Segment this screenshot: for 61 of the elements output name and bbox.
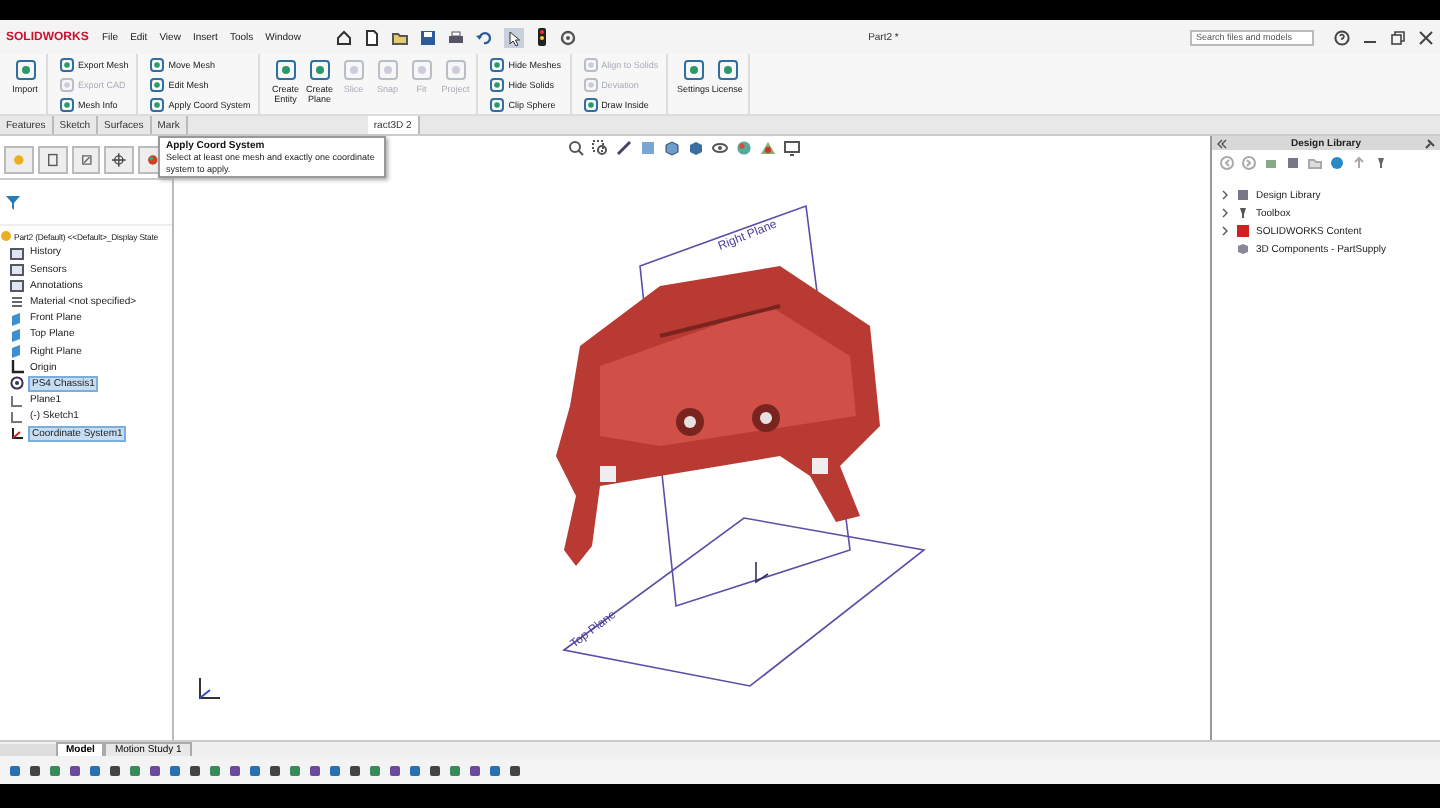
tool-icon[interactable] [150,97,165,111]
tool-icon [343,60,364,80]
shaded-cube-icon[interactable] [688,140,704,156]
scene-icon[interactable] [760,140,776,156]
toolbox-icon[interactable] [1374,156,1388,170]
tool-icon[interactable] [15,60,35,80]
tool-icon[interactable] [583,97,598,111]
restore-icon[interactable] [1390,29,1406,45]
home-icon[interactable] [336,29,353,45]
tool-icon [411,60,432,80]
pin-icon[interactable] [1424,137,1436,149]
tool-icon[interactable] [150,77,165,91]
tool-icon [60,77,74,91]
tool-icon [583,77,598,91]
eye-icon[interactable] [712,140,728,156]
part-icon [0,230,12,243]
tool-icon[interactable] [490,97,505,111]
tool-icon[interactable] [490,77,505,91]
zoom-icon[interactable] [568,140,584,156]
gear-icon[interactable] [560,29,577,45]
tool-icon [445,60,466,80]
component-icon [1236,242,1250,256]
tool-icon [377,60,398,80]
material-icon [10,295,24,310]
expand-caret-icon[interactable] [1220,190,1230,200]
cursor-icon[interactable] [504,27,525,47]
property-icon[interactable] [37,146,68,174]
tool-icon[interactable] [717,60,738,80]
axis-triad-icon [194,676,222,704]
tool-icon[interactable] [150,57,165,71]
help-icon[interactable] [1334,29,1350,45]
crosshair-icon[interactable] [104,146,135,174]
tool-icon[interactable] [490,57,505,71]
tab-stub [0,744,56,756]
coordinate-system-icon [10,426,24,441]
cube-icon[interactable] [664,140,680,156]
folder-icon[interactable] [392,29,409,45]
expand-caret-icon[interactable] [1220,208,1230,218]
traffic-light-icon[interactable] [536,28,549,46]
undo-icon[interactable] [476,29,493,45]
toolbox-icon [1236,206,1250,220]
new-document-icon[interactable] [364,29,381,45]
printer-icon[interactable] [448,29,465,45]
tool-icon[interactable] [309,60,330,80]
globe-icon[interactable] [736,140,752,156]
collapse-icon[interactable] [1216,137,1228,149]
mesh-icon [10,376,24,391]
configuration-icon[interactable] [71,146,101,174]
filter-icon[interactable] [6,196,20,210]
zoom-area-icon[interactable] [592,140,608,156]
tool-icon[interactable] [60,97,74,111]
origin-icon [10,360,24,375]
tool-icon[interactable] [683,60,704,80]
expand-caret-icon[interactable] [1220,226,1230,236]
coordinate-axis-icon [755,561,769,584]
tool-icon[interactable] [275,60,296,80]
save-icon[interactable] [420,29,437,45]
monitor-icon[interactable] [784,140,800,156]
close-icon[interactable] [1418,29,1434,45]
tool-icon [583,57,598,71]
tool-icon[interactable] [60,57,74,71]
